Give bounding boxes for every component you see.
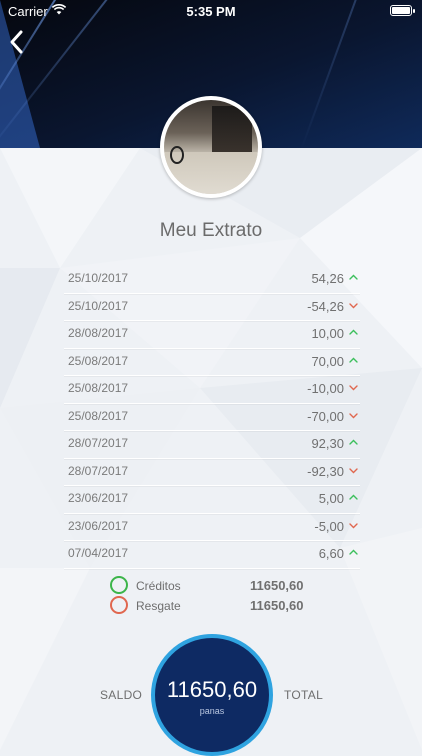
transaction-date: 25/10/2017 [68, 271, 129, 285]
battery-icon [390, 5, 415, 16]
credits-amount: 11650,60 [250, 578, 304, 593]
chevron-down-icon [349, 522, 358, 528]
transaction-value: 70,00 [311, 353, 344, 369]
transaction-date: 28/07/2017 [68, 463, 129, 478]
chevron-up-icon [349, 274, 358, 280]
legend-redeem: Resgate 11650,60 [110, 596, 330, 616]
transaction-row[interactable]: 07/04/2017 6,60 [64, 541, 360, 569]
transaction-row[interactable]: 28/07/2017 92,30 [64, 431, 360, 459]
transaction-value: -54,26 [307, 298, 344, 314]
transaction-date: 23/06/2017 [68, 518, 129, 533]
total-label: TOTAL [284, 688, 324, 702]
chevron-up-icon [349, 329, 358, 335]
transaction-value: 54,26 [311, 271, 344, 286]
balance-unit: panas [199, 706, 225, 716]
transaction-row[interactable]: 25/10/2017 54,26 [64, 266, 360, 294]
transaction-row[interactable]: 28/07/2017 -92,30 [64, 459, 360, 486]
redeem-ring-icon [110, 596, 128, 614]
transaction-date: 23/06/2017 [68, 491, 129, 505]
transaction-row[interactable]: 23/06/2017 5,00 [64, 486, 360, 514]
credits-label: Créditos [136, 579, 181, 593]
saldo-label: SALDO [100, 688, 143, 702]
transaction-value: -5,00 [314, 518, 344, 534]
transaction-date: 28/08/2017 [68, 326, 129, 340]
transaction-row[interactable]: 23/06/2017 -5,00 [64, 514, 360, 541]
status-bar: Carrier 5:35 PM [0, 0, 422, 22]
chevron-up-icon [349, 549, 358, 555]
balance-circle[interactable]: 11650,60 panas [151, 634, 273, 756]
light-streak [300, 0, 422, 148]
transaction-value: -10,00 [307, 381, 344, 396]
legend: Créditos 11650,60 Resgate 11650,60 [110, 576, 330, 616]
page-title: Meu Extrato [159, 220, 263, 241]
chevron-up-icon [349, 357, 358, 363]
status-time: 5:35 PM [186, 4, 236, 19]
transaction-value: 10,00 [311, 326, 344, 341]
transaction-value: -70,00 [307, 408, 344, 424]
chevron-down-icon [349, 412, 358, 418]
chevron-down-icon [349, 385, 358, 391]
transaction-date: 25/10/2017 [68, 298, 129, 313]
transaction-value: -92,30 [307, 463, 344, 479]
avatar[interactable] [160, 96, 262, 198]
transaction-row[interactable]: 25/08/2017 70,00 [64, 349, 360, 376]
transaction-row[interactable]: 25/08/2017 -10,00 [64, 376, 360, 404]
chevron-down-icon [349, 467, 358, 473]
balance-value: 11650,60 [166, 677, 258, 702]
transaction-value: 5,00 [318, 491, 344, 506]
credits-ring-icon [110, 576, 128, 594]
chevron-up-icon [349, 494, 358, 500]
avatar-photo [164, 100, 258, 194]
transaction-row[interactable]: 28/08/2017 10,00 [64, 321, 360, 349]
chevron-down-icon [349, 302, 358, 308]
chevron-left-icon [10, 30, 23, 54]
redeem-amount: 11650,60 [250, 598, 304, 613]
transaction-date: 25/08/2017 [68, 353, 129, 368]
chevron-up-icon [349, 439, 358, 445]
transaction-value: 92,30 [311, 436, 344, 451]
redeem-label: Resgate [136, 599, 181, 613]
transaction-date: 28/07/2017 [68, 436, 129, 450]
transaction-row[interactable]: 25/08/2017 -70,00 [64, 404, 360, 431]
transaction-date: 25/08/2017 [68, 381, 129, 395]
legend-credits: Créditos 11650,60 [110, 576, 330, 596]
back-button[interactable] [6, 28, 28, 56]
transaction-date: 07/04/2017 [68, 546, 129, 560]
transaction-date: 25/08/2017 [68, 408, 129, 423]
transaction-row[interactable]: 25/10/2017 -54,26 [64, 294, 360, 321]
transaction-list: 25/10/2017 54,26 25/10/2017 -54,26 28/08/201… [64, 266, 360, 569]
transaction-value: 6,60 [318, 546, 344, 561]
